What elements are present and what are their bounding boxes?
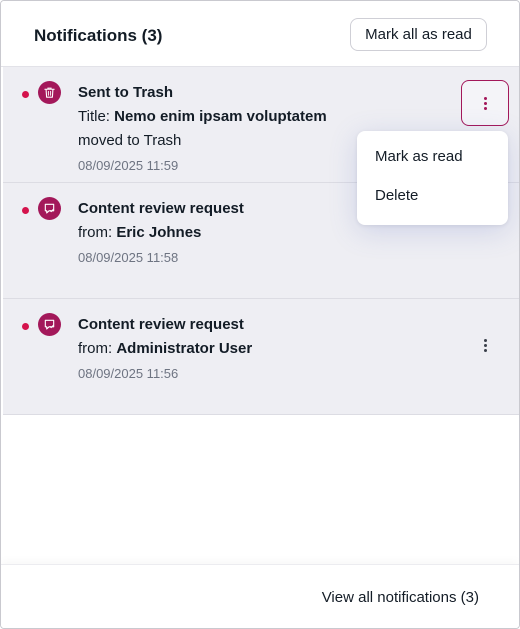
notifications-footer: View all notifications (3) <box>1 564 519 628</box>
detail-value: Nemo enim ipsam voluptatem <box>114 108 327 125</box>
review-request-icon <box>38 197 61 220</box>
panel-title: Notifications (3) <box>34 26 163 45</box>
more-vertical-icon <box>483 338 487 352</box>
notification-list: Sent to Trash Title: Nemo enim ipsam vol… <box>3 67 519 415</box>
more-vertical-icon <box>483 96 487 110</box>
detail-value: Eric Johnes <box>116 224 202 241</box>
detail-value: Administrator User <box>116 340 253 357</box>
notification-detail-secondary: moved to Trash <box>78 132 182 149</box>
detail-prefix: Title: <box>78 108 110 125</box>
notification-title: Content review request <box>78 316 244 333</box>
unread-indicator <box>22 91 29 98</box>
item-actions-button[interactable] <box>461 322 509 368</box>
notification-title: Content review request <box>78 200 244 217</box>
notifications-header: Notifications (3) Mark all as read <box>1 1 519 67</box>
menu-item-mark-as-read[interactable]: Mark as read <box>357 137 508 176</box>
notification-detail: from: Eric Johnes <box>78 224 201 241</box>
notification-item[interactable]: Content review request from: Administrat… <box>3 299 519 415</box>
notification-timestamp: 08/09/2025 11:59 <box>78 158 179 173</box>
unread-indicator <box>22 207 29 214</box>
notification-detail: Title: Nemo enim ipsam voluptatem <box>78 108 327 125</box>
item-actions-menu: Mark as read Delete <box>357 131 508 225</box>
notification-timestamp: 08/09/2025 11:56 <box>78 366 179 381</box>
notification-detail: from: Administrator User <box>78 340 252 357</box>
trash-icon <box>38 81 61 104</box>
menu-item-delete[interactable]: Delete <box>357 176 508 215</box>
unread-indicator <box>22 323 29 330</box>
item-actions-button[interactable] <box>461 80 509 126</box>
detail-prefix: from: <box>78 340 113 357</box>
view-all-notifications-link[interactable]: View all notifications (3) <box>322 589 479 606</box>
review-request-icon <box>38 313 61 336</box>
mark-all-as-read-button[interactable]: Mark all as read <box>350 18 487 51</box>
view-all-count: (3) <box>460 589 479 606</box>
notification-title: Sent to Trash <box>78 84 174 101</box>
detail-prefix: from: <box>78 224 113 241</box>
notifications-panel: Notifications (3) Mark all as read Sent … <box>0 0 520 629</box>
view-all-label: View all notifications <box>321 589 457 606</box>
notification-timestamp: 08/09/2025 11:58 <box>78 250 179 265</box>
